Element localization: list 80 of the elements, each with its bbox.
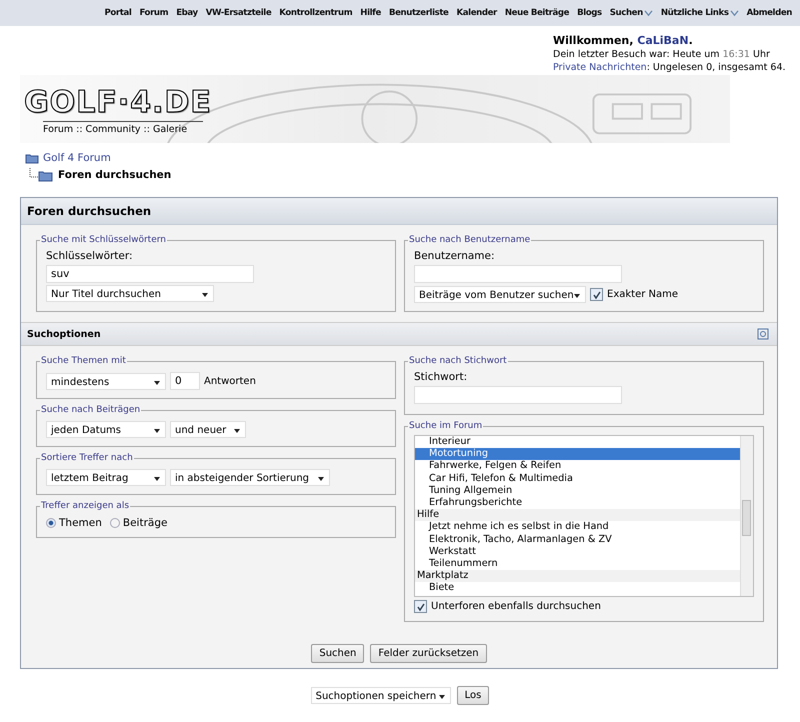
field-label: Schlüsselwörter: (46, 250, 134, 262)
nav-link[interactable]: Forum (139, 8, 168, 18)
nav-link[interactable]: Hilfe (360, 8, 381, 18)
fieldset-legend: Suche Themen mit (40, 356, 127, 366)
breadcrumb-link[interactable]: Golf 4 Forum (43, 152, 111, 164)
forum-option[interactable]: Motortuning (415, 448, 740, 460)
options-title: Suchoptionen (27, 328, 101, 340)
collapse-icon[interactable] (757, 328, 769, 340)
fieldset-legend: Suche mit Schlüsselwörtern (40, 235, 167, 245)
forum-category[interactable]: Marktplatz (415, 570, 740, 582)
username-input[interactable] (414, 265, 622, 283)
form-button[interactable]: Suchen (311, 644, 364, 663)
last-visit-text: Dein letzter Besuch war: Heute um (553, 48, 720, 60)
last-visit-time: 16:31 (722, 48, 750, 60)
period-text: . (688, 34, 693, 47)
go-button[interactable]: Los (456, 686, 490, 705)
nav-link[interactable]: Kalender (456, 8, 497, 18)
time-suffix: Uhr (753, 48, 770, 60)
form-button[interactable]: Felder zurücksetzen (370, 644, 487, 663)
site-logo[interactable]: GOLF·4.DE (24, 87, 212, 119)
date-range-select[interactable]: jeden Datums (46, 421, 166, 438)
sort-order-select[interactable]: in absteigender Sortierung (170, 469, 330, 486)
user-mode-select[interactable]: Beiträge vom Benutzer suchen (414, 286, 586, 303)
field-label: Benutzername: (414, 250, 496, 262)
username-link[interactable]: CaLiBaN (637, 34, 689, 47)
nav-link[interactable]: Blogs (577, 8, 602, 18)
forum-option[interactable]: Fahrwerke, Felgen & Reifen (415, 460, 740, 473)
nav-link[interactable]: Suchen (610, 8, 653, 18)
nav-link[interactable]: Kontrollzentrum (279, 8, 352, 18)
caret-icon (644, 10, 653, 16)
breadcrumb-current: Foren durchsuchen (58, 168, 172, 180)
scope-select[interactable]: Nur Titel durchsuchen (46, 285, 214, 302)
nav-link[interactable]: Benutzerliste (388, 8, 448, 18)
replies-suffix: Antworten (204, 376, 256, 386)
forum-option[interactable]: Teilenummern (415, 558, 740, 570)
forum-option[interactable]: Tuning Allgemein (415, 484, 740, 497)
radio-option[interactable]: Beiträge (110, 517, 168, 529)
nav-link[interactable]: Nützliche Links (660, 8, 739, 18)
checkbox[interactable] (414, 600, 427, 613)
forum-option[interactable]: Biete (415, 582, 740, 594)
forum-option[interactable]: Erfahrungsberichte (415, 496, 740, 510)
forum-option[interactable]: Elektronik, Tacho, Alarmanlagen & ZV (415, 534, 740, 546)
radio-option[interactable]: Themen (46, 517, 102, 529)
forum-category[interactable]: Hilfe (415, 509, 740, 522)
forum-option[interactable]: Werkstatt (415, 546, 740, 558)
fieldset-legend: Suche nach Benutzername (408, 235, 532, 245)
panel-title: Foren durchsuchen (21, 198, 777, 225)
fieldset-legend: Treffer anzeigen als (40, 501, 130, 511)
save-options-select[interactable]: Suchoptionen speichern (310, 687, 451, 704)
tag-input[interactable] (414, 386, 622, 404)
date-direction-select[interactable]: und neuer (170, 421, 246, 438)
nav-link[interactable]: Portal (104, 8, 132, 18)
keyword-input[interactable]: suv (46, 265, 254, 283)
replies-mode-select[interactable]: mindestens (46, 372, 166, 390)
checkbox[interactable] (590, 288, 603, 301)
scrollbar[interactable] (740, 436, 753, 596)
nav-link[interactable]: VW-Ersatzteile (206, 8, 272, 18)
forum-option[interactable]: Interieur (415, 436, 740, 448)
forum-listbox[interactable] (414, 435, 754, 597)
fieldset-legend: Suche nach Beiträgen (40, 405, 142, 415)
nav-link[interactable]: Ebay (176, 8, 198, 18)
fieldset-legend: Suche im Forum (408, 421, 484, 431)
fieldset-legend: Suche nach Stichwort (408, 356, 508, 366)
caret-icon (730, 10, 739, 16)
nav-link[interactable]: Neue Beiträge (504, 8, 570, 18)
replies-count-input[interactable]: 0 (170, 372, 200, 390)
folder-icon (25, 152, 39, 164)
tree-folder-icon (28, 168, 54, 182)
sort-field-select[interactable]: letztem Beitrag (46, 469, 166, 486)
forum-option[interactable]: Car Hifi, Telefon & Multimedia (415, 472, 740, 485)
welcome-text: Willkommen, (553, 34, 634, 47)
forum-option[interactable]: Jetzt nehme ich es selbst in die Hand (415, 521, 740, 534)
private-messages-link[interactable]: Private Nachrichten (553, 62, 647, 73)
nav-link[interactable]: Abmelden (746, 8, 792, 18)
fieldset-legend: Sortiere Treffer nach (40, 453, 134, 463)
checkbox-label: Unterforen ebenfalls durchsuchen (431, 601, 601, 612)
checkbox-label: Exakter Name (607, 289, 678, 300)
tagline: Forum :: Community :: Galerie (43, 121, 203, 135)
message-count-text: : Ungelesen 0, insgesamt 64. (646, 62, 786, 73)
field-label: Stichwort: (414, 371, 468, 383)
